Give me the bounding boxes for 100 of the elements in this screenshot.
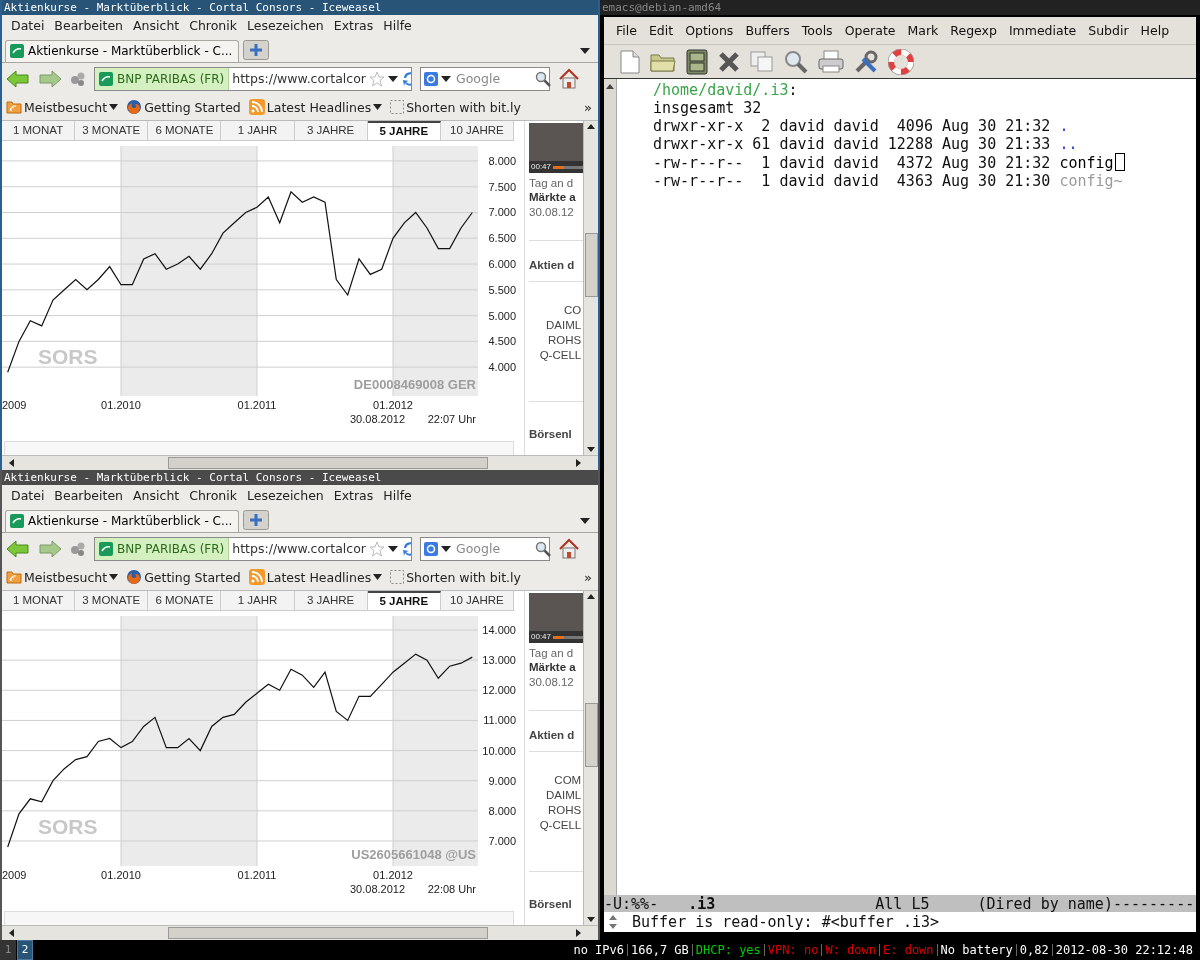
menu-item[interactable]: Ansicht (128, 18, 185, 34)
menu-item[interactable]: Extras (328, 488, 379, 504)
printer-icon[interactable] (818, 49, 844, 74)
bookmark-item[interactable]: Latest Headlines (248, 99, 383, 116)
menu-item[interactable]: Hilfe (378, 18, 417, 34)
video-progress-track[interactable] (553, 635, 584, 639)
home-icon[interactable] (558, 67, 580, 90)
circles-icon[interactable] (70, 540, 86, 557)
video-progress-track[interactable] (553, 165, 584, 169)
close-icon[interactable] (718, 50, 740, 73)
range-tab[interactable]: 1 MONAT (2, 121, 76, 141)
file-entry[interactable]: -rw-r--r-- 1 david david 4372 Aug 30 21:32 config (653, 153, 1196, 172)
range-tab[interactable]: 5 JAHRE (367, 121, 441, 141)
stock-name[interactable]: Q-CELL (539, 349, 582, 362)
menu-item[interactable]: Options (679, 23, 740, 38)
range-tab[interactable]: 3 JAHRE (294, 591, 368, 611)
browser-tab[interactable]: Aktienkurse - Marktüberblick - C... (5, 509, 240, 532)
menu-item[interactable]: Bearbeiten (49, 18, 129, 34)
scrollbar-thumb[interactable] (168, 927, 488, 940)
file-entry[interactable]: drwxr-xr-x 61 david david 12288 Aug 30 21:33 .. (653, 135, 1196, 153)
back-arrow-icon[interactable] (6, 68, 30, 89)
caret-icon[interactable] (387, 545, 398, 552)
lifebuoy-icon[interactable] (888, 48, 914, 75)
range-tab[interactable]: 5 JAHRE (367, 591, 441, 611)
menu-item[interactable]: Datei (6, 488, 50, 504)
home-icon[interactable] (558, 537, 580, 560)
menu-item[interactable]: Hilfe (378, 488, 417, 504)
range-tab[interactable]: 10 JAHRE (440, 121, 514, 141)
bookmarks-overflow-button[interactable]: » (584, 569, 592, 585)
menu-item[interactable]: Regexp (944, 23, 1003, 38)
menu-item[interactable]: Help (1134, 23, 1176, 38)
browser-tab[interactable]: Aktienkurse - Marktüberblick - C... (5, 39, 240, 62)
headline-link[interactable]: Märkte a (529, 191, 584, 204)
stock-name[interactable]: ROHS (547, 334, 582, 347)
bookmark-item[interactable]: Shorten with bit.ly (390, 99, 521, 115)
range-tab[interactable]: 6 MONATE (148, 121, 222, 141)
bookmark-item[interactable]: Getting Started (126, 99, 241, 116)
new-tab-icon[interactable] (243, 509, 270, 530)
range-tab[interactable]: 3 MONATE (75, 591, 149, 611)
horizontal-scrollbar[interactable] (2, 925, 598, 940)
range-tab[interactable]: 1 JAHR (221, 591, 295, 611)
forward-arrow-icon[interactable] (38, 68, 62, 89)
caret-icon[interactable] (580, 47, 590, 54)
menu-item[interactable]: Chronik (184, 488, 242, 504)
workspace-button[interactable]: 1 (0, 940, 16, 960)
stock-name[interactable]: COM (554, 774, 582, 787)
google-g-icon[interactable] (424, 541, 438, 556)
menu-item[interactable]: Buffers (739, 23, 796, 38)
star-icon[interactable] (368, 70, 385, 87)
search-icon[interactable] (535, 540, 551, 557)
menu-item[interactable]: Mark (901, 23, 945, 38)
bookmark-item[interactable]: Getting Started (126, 569, 241, 586)
stock-name[interactable]: DAIML (546, 319, 582, 332)
search-icon[interactable] (535, 70, 551, 87)
star-icon[interactable] (368, 540, 385, 557)
caret-icon[interactable] (441, 75, 451, 82)
scroll-up-icon[interactable] (605, 82, 615, 92)
search-icon[interactable] (784, 49, 808, 74)
workspace-button[interactable]: 2 (17, 940, 33, 960)
bookmark-item[interactable]: Latest Headlines (248, 569, 383, 586)
tools-icon[interactable] (854, 49, 878, 74)
menu-item[interactable]: File (610, 23, 643, 38)
back-arrow-icon[interactable] (6, 538, 30, 559)
stock-name[interactable]: ROHS (547, 804, 582, 817)
range-tab[interactable]: 10 JAHRE (440, 591, 514, 611)
menu-item[interactable]: Bearbeiten (49, 488, 129, 504)
google-g-icon[interactable] (424, 71, 438, 86)
site-identity-button[interactable]: BNP PARIBAS (FR) (95, 67, 230, 90)
range-tab[interactable]: 1 JAHR (221, 121, 295, 141)
menu-item[interactable]: Lesezeichen (242, 488, 329, 504)
circles-icon[interactable] (70, 70, 86, 87)
headline-link[interactable]: Märkte a (529, 661, 584, 674)
menu-item[interactable]: Lesezeichen (242, 18, 329, 34)
scrollbar-thumb[interactable] (168, 457, 488, 470)
vertical-scrollbar[interactable] (583, 121, 598, 456)
menu-item[interactable]: Chronik (184, 18, 242, 34)
bookmark-item[interactable]: Shorten with bit.ly (390, 569, 521, 585)
menu-item[interactable]: Operate (838, 23, 902, 38)
range-tab[interactable]: 3 JAHRE (294, 121, 368, 141)
menu-item[interactable]: Immediate (1002, 23, 1083, 38)
search-field[interactable]: Google (420, 536, 550, 561)
stock-name[interactable]: DAIML (546, 789, 582, 802)
site-identity-button[interactable]: BNP PARIBAS (FR) (95, 537, 230, 560)
menu-item[interactable]: Extras (328, 18, 379, 34)
stock-name[interactable]: CO (563, 304, 582, 317)
bookmarks-overflow-button[interactable]: » (584, 99, 592, 115)
caret-icon[interactable] (387, 75, 398, 82)
menu-item[interactable]: Datei (6, 18, 50, 34)
bookmark-item[interactable]: Meistbesucht (6, 99, 119, 116)
vertical-scrollbar[interactable] (604, 79, 617, 895)
menu-item[interactable]: Edit (642, 23, 680, 38)
range-tab[interactable]: 1 MONAT (2, 591, 76, 611)
search-field[interactable]: Google (420, 66, 550, 91)
file-entry[interactable]: -rw-r--r-- 1 david david 4363 Aug 30 21:30 config~ (653, 172, 1196, 190)
menu-item[interactable]: Tools (795, 23, 839, 38)
file-cabinet-icon[interactable] (686, 48, 708, 75)
caret-icon[interactable] (580, 517, 590, 524)
horizontal-scrollbar[interactable] (2, 455, 598, 470)
search-input[interactable]: Google (454, 540, 532, 558)
stock-name[interactable]: Q-CELL (539, 819, 582, 832)
